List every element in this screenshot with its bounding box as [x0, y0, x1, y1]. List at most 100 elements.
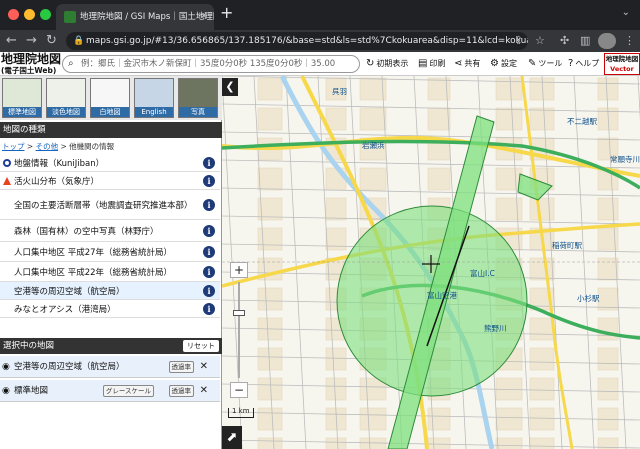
gsi-header: 地理院地図 (電子国土Web) ⌕ 例：郷氏｜金沢市木ノ新保町｜35度0分0秒 …: [0, 52, 640, 76]
side-panel-icon[interactable]: ▥: [580, 34, 590, 47]
remove-layer-icon[interactable]: ✕: [200, 380, 208, 402]
tab-search-icon[interactable]: ⌄: [622, 7, 630, 18]
layer-list-item[interactable]: 全国の主要活断層帯（地震調査研究推進本部） i: [0, 190, 220, 220]
site-logo[interactable]: 地理院地図 (電子国土Web): [1, 53, 61, 76]
expand-button[interactable]: ⬈: [222, 426, 242, 449]
lock-icon: 🔒: [73, 36, 85, 46]
print-button[interactable]: ▤ 印刷: [418, 57, 445, 71]
help-button[interactable]: ? ヘルプ: [568, 57, 599, 71]
layer-label: 人口集中地区 平成27年（総務省統計局）: [14, 247, 173, 258]
settings-button[interactable]: ⚙ 設定: [490, 57, 517, 71]
opacity-button[interactable]: 透過率: [168, 361, 194, 373]
share-page-icon[interactable]: ⇪: [514, 34, 523, 47]
layer-list-item[interactable]: 地盤情報（KuniJiban） i: [0, 154, 220, 172]
selected-layer-label: 空港等の周辺空域（航空局）: [14, 362, 125, 372]
selected-maps-header: 選択中の地図 リセット: [0, 338, 222, 354]
opacity-button[interactable]: 透過率: [168, 385, 194, 397]
info-icon[interactable]: i: [203, 156, 215, 169]
gear-icon: ⚙: [490, 58, 499, 69]
basemap-thumbnails: 標準地図 淡色地図 白地図 English 写真: [0, 76, 222, 120]
reset-view-button[interactable]: ↻ 初期表示: [366, 57, 408, 71]
logo-sub: (電子国土Web): [1, 66, 57, 75]
profile-avatar[interactable]: [598, 33, 616, 49]
layer-list-item[interactable]: みなとオアシス（港湾局） i: [0, 300, 220, 318]
basemap-thumb[interactable]: 写真: [178, 78, 218, 118]
info-icon[interactable]: i: [203, 198, 215, 211]
map-place-label: 小杉駅: [577, 293, 600, 303]
layer-list-item[interactable]: 空港等の周辺空域（航空局） i: [0, 282, 220, 300]
extensions-icon[interactable]: ✣: [560, 34, 569, 47]
print-icon: ▤: [418, 58, 428, 69]
layer-label: 活火山分布（気象庁）: [14, 176, 100, 187]
basemap-thumb-label: English: [135, 107, 173, 117]
reload-icon[interactable]: ↻: [46, 32, 57, 49]
reset-button[interactable]: リセット: [183, 340, 219, 352]
basemap-thumb[interactable]: English: [134, 78, 174, 118]
basemap-thumb-label: 写真: [179, 107, 217, 117]
share-button[interactable]: ⋖ 共有: [454, 57, 480, 71]
zoom-slider[interactable]: [238, 282, 240, 378]
info-icon[interactable]: i: [203, 302, 215, 315]
map-canvas[interactable]: 呉羽 岩瀬浜 富山空港 富山I.C 熊野川 不二越駅 小杉駅 稲荷町駅 常願寺川 ❮ + − 1…: [222, 76, 640, 449]
breadcrumb-current: 他機関の情報: [69, 142, 115, 151]
url-text: maps.gsi.go.jp/#13/36.656865/137.185176/…: [86, 36, 528, 46]
search-input[interactable]: ⌕ 例：郷氏｜金沢市木ノ新保町｜35度0分0秒 135度0分0秒｜35.00: [62, 55, 360, 73]
browser-menu-icon[interactable]: ⋮: [624, 34, 635, 47]
brand-top: 地理院地図: [605, 55, 639, 63]
visibility-eye-icon[interactable]: ◉: [2, 356, 10, 378]
basemap-thumb[interactable]: 淡色地図: [46, 78, 86, 118]
layer-list-item[interactable]: 森林（国有林）の空中写真（林野庁） i: [0, 220, 220, 242]
zoom-in-button[interactable]: +: [230, 262, 248, 278]
layer-label: 全国の主要活断層帯（地震調査研究推進本部）: [14, 200, 193, 211]
info-icon[interactable]: i: [203, 174, 215, 187]
map-graphics: 呉羽岩瀬浜富山空港 富山I.C 熊野川 不二越駅小杉駅 稲荷町駅 常願寺川: [222, 76, 640, 449]
new-tab-button[interactable]: +: [220, 3, 233, 22]
help-label: ヘルプ: [575, 59, 600, 68]
layer-list-item[interactable]: 人口集中地区 平成22年（総務省統計局） i: [0, 262, 220, 282]
map-place-label: 岩瀬浜: [362, 140, 385, 150]
info-icon[interactable]: i: [203, 224, 215, 237]
settings-label: 設定: [500, 59, 517, 68]
map-place-label: 富山I.C: [470, 268, 495, 278]
share-icon: ⋖: [454, 58, 463, 69]
layer-list-item[interactable]: 人口集中地区 平成27年（総務省統計局） i: [0, 242, 220, 262]
basemap-thumb[interactable]: 白地図: [90, 78, 130, 118]
remove-layer-icon[interactable]: ✕: [200, 356, 208, 378]
close-window-button[interactable]: [8, 9, 19, 20]
vector-brand-badge[interactable]: 地理院地図 Vector: [604, 53, 640, 75]
reset-view-icon: ↻: [366, 58, 375, 69]
selected-layer-row[interactable]: ◉ 標準地図 グレースケール 透過率 ✕: [0, 380, 220, 402]
zoom-out-button[interactable]: −: [230, 382, 248, 398]
minimize-window-button[interactable]: [24, 9, 35, 20]
grayscale-button[interactable]: グレースケール: [102, 385, 154, 397]
tab-close-icon[interactable]: ✕: [200, 4, 208, 30]
search-icon[interactable]: ⌕: [68, 56, 74, 72]
circle-marker-icon: [3, 158, 11, 167]
map-place-label: 不二越駅: [567, 116, 597, 126]
maximize-window-button[interactable]: [40, 9, 51, 20]
panel-toggle-button[interactable]: ❮: [222, 78, 238, 96]
map-place-label: 常願寺川: [610, 155, 640, 164]
tab-title: 地理院地図 / GSI Maps｜国土地理院: [80, 12, 214, 22]
volcano-triangle-icon: [3, 176, 11, 185]
visibility-eye-icon[interactable]: ◉: [2, 380, 10, 402]
layer-list-item[interactable]: 活火山分布（気象庁） i: [0, 172, 220, 190]
zoom-slider-handle[interactable]: [233, 310, 245, 316]
browser-tab-strip: 地理院地図 / GSI Maps｜国土地理院 ✕ + ⌄: [0, 0, 640, 30]
brand-bottom: Vector: [610, 65, 634, 73]
address-bar[interactable]: 🔒 maps.gsi.go.jp/#13/36.656865/137.18517…: [66, 32, 528, 50]
selected-layer-row[interactable]: ◉ 空港等の周辺空域（航空局） 透過率 ✕: [0, 356, 220, 378]
forward-icon[interactable]: →: [26, 32, 37, 49]
info-icon[interactable]: i: [203, 245, 215, 258]
scale-label: 1 km: [232, 407, 250, 415]
basemap-thumb[interactable]: 標準地図: [2, 78, 42, 118]
back-icon[interactable]: ←: [6, 32, 17, 49]
bookmark-star-icon[interactable]: ☆: [535, 34, 545, 47]
info-icon[interactable]: i: [203, 284, 215, 297]
browser-tab[interactable]: 地理院地図 / GSI Maps｜国土地理院 ✕: [56, 4, 214, 30]
breadcrumb-top[interactable]: トップ: [2, 142, 25, 151]
tools-button[interactable]: ✎ ツール: [528, 57, 562, 71]
info-icon[interactable]: i: [203, 265, 215, 278]
search-placeholder: 例：郷氏｜金沢市木ノ新保町｜35度0分0秒 135度0分0秒｜35.00: [81, 59, 336, 69]
breadcrumb-other[interactable]: その他: [36, 142, 59, 151]
